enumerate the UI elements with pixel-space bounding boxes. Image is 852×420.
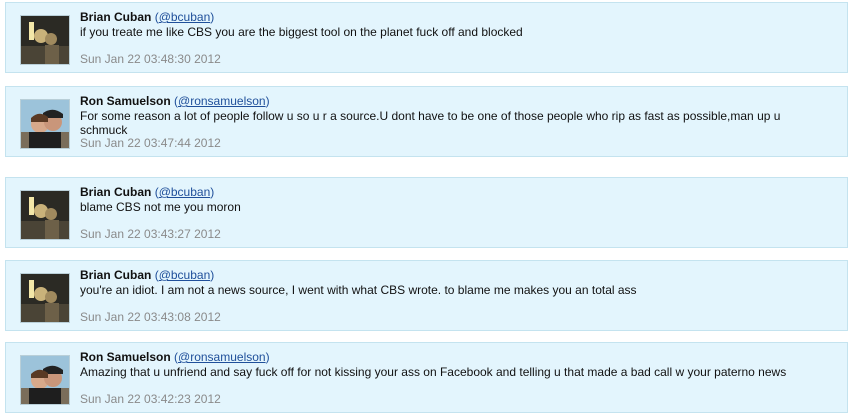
tweet-text: For some reason a lot of people follow u… — [80, 109, 781, 137]
tweet-header: Brian Cuban (@bcuban) — [80, 185, 215, 199]
author-handle-link[interactable]: @bcuban — [159, 10, 211, 24]
author-handle-link[interactable]: @bcuban — [159, 268, 211, 282]
author-name[interactable]: Brian Cuban — [80, 185, 151, 199]
author-handle-link[interactable]: @ronsamuelson — [178, 94, 266, 108]
tweet-header: Ron Samuelson (@ronsamuelson) — [80, 94, 270, 108]
author-handle-link[interactable]: @ronsamuelson — [178, 350, 266, 364]
author-name[interactable]: Ron Samuelson — [80, 94, 171, 108]
tweet-timestamp: Sun Jan 22 03:42:23 2012 — [80, 392, 221, 406]
author-name[interactable]: Brian Cuban — [80, 10, 151, 24]
tweet-header: Ron Samuelson (@ronsamuelson) — [80, 350, 270, 364]
ron-samuelson-avatar[interactable] — [20, 99, 70, 149]
author-handle-link[interactable]: @bcuban — [159, 185, 211, 199]
brian-cuban-avatar[interactable] — [20, 273, 70, 323]
author-name[interactable]: Brian Cuban — [80, 268, 151, 282]
brian-cuban-avatar[interactable] — [20, 15, 70, 65]
tweet-timestamp: Sun Jan 22 03:47:44 2012 — [80, 136, 221, 150]
tweet-header: Brian Cuban (@bcuban) — [80, 268, 215, 282]
tweet-text: blame CBS not me you moron — [80, 200, 241, 214]
tweet-card: Ron Samuelson (@ronsamuelson) Amazing th… — [5, 342, 848, 413]
tweet-header: Brian Cuban (@bcuban) — [80, 10, 215, 24]
tweet-text: Amazing that u unfriend and say fuck off… — [80, 365, 787, 379]
tweet-timestamp: Sun Jan 22 03:48:30 2012 — [80, 52, 221, 66]
author-name[interactable]: Ron Samuelson — [80, 350, 171, 364]
tweet-text: you're an idiot. I am not a news source,… — [80, 283, 637, 297]
brian-cuban-avatar[interactable] — [20, 190, 70, 240]
tweet-card: Brian Cuban (@bcuban) you're an idiot. I… — [5, 260, 848, 331]
tweet-card: Brian Cuban (@bcuban) blame CBS not me y… — [5, 177, 848, 248]
ron-samuelson-avatar[interactable] — [20, 355, 70, 405]
tweet-text: if you treate me like CBS you are the bi… — [80, 25, 523, 39]
tweet-card: Brian Cuban (@bcuban) if you treate me l… — [5, 2, 848, 73]
tweet-feed: Brian Cuban (@bcuban) if you treate me l… — [0, 0, 852, 420]
tweet-timestamp: Sun Jan 22 03:43:08 2012 — [80, 310, 221, 324]
tweet-timestamp: Sun Jan 22 03:43:27 2012 — [80, 227, 221, 241]
tweet-card: Ron Samuelson (@ronsamuelson) For some r… — [5, 86, 848, 157]
